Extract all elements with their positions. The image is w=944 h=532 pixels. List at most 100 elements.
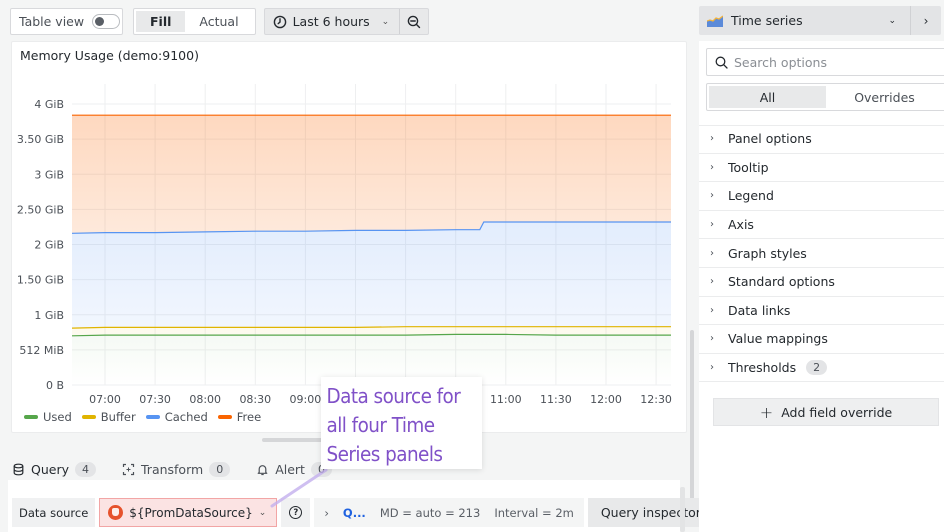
- chart-legend: Used Buffer Cached Free: [24, 410, 261, 424]
- chevron-down-icon: ⌄: [381, 16, 390, 27]
- interval: Interval = 2m: [494, 505, 574, 520]
- add-field-override-label: Add field override: [781, 404, 893, 420]
- options-section-thresholds[interactable]: › Thresholds 2: [699, 354, 944, 383]
- annotation-callout: Data source for all four Time Series pan…: [321, 377, 482, 469]
- fill-option[interactable]: Fill: [136, 11, 186, 32]
- legend-label: Buffer: [100, 410, 136, 424]
- chevron-right-icon: ›: [710, 190, 714, 202]
- query-options[interactable]: › Q... MD = auto = 213 Interval = 2m: [314, 498, 584, 527]
- chevron-right-icon: ›: [710, 304, 714, 316]
- chevron-down-icon: ⌄: [888, 15, 896, 26]
- options-section-data-links[interactable]: › Data links: [699, 297, 944, 326]
- time-range-picker: Last 6 hours ⌄: [263, 8, 430, 35]
- legend-item-buffer[interactable]: Buffer: [81, 410, 136, 424]
- legend-swatch: [24, 415, 38, 419]
- max-data-points: MD = auto = 213: [379, 505, 481, 520]
- y-tick-label: 3 GiB: [34, 168, 64, 181]
- tab-transform[interactable]: Transform 0: [122, 456, 231, 482]
- chevron-right-icon: ›: [710, 333, 714, 345]
- y-tick-label: 3.50 GiB: [17, 133, 64, 146]
- y-tick-label: 4 GiB: [34, 98, 64, 111]
- search-options-input[interactable]: [734, 54, 934, 70]
- y-tick-label: 2 GiB: [34, 239, 64, 252]
- x-tick-label: 09:00: [290, 393, 322, 406]
- tab-query-label: Query: [31, 461, 69, 477]
- options-section-panel-options[interactable]: › Panel options: [699, 125, 944, 154]
- x-tick-label: 07:00: [89, 393, 121, 406]
- data-source-picker[interactable]: ${PromDataSource} ⌄: [99, 498, 278, 527]
- query-scrollbar[interactable]: [680, 487, 685, 532]
- search-icon: [715, 56, 728, 69]
- visualization-picker-button[interactable]: Time series ⌄: [699, 6, 911, 35]
- query-inspector-button[interactable]: Query inspector: [587, 498, 714, 527]
- section-label: Panel options: [728, 131, 812, 147]
- options-section-legend[interactable]: › Legend: [699, 182, 944, 211]
- legend-swatch: [217, 415, 232, 419]
- vertical-scrollbar[interactable]: [690, 330, 694, 500]
- query-count-badge: 4: [75, 461, 96, 477]
- chevron-right-icon: ›: [710, 219, 714, 231]
- x-tick-label: 12:30: [640, 393, 672, 406]
- series-line-used: [71, 333, 671, 337]
- clock-icon: [273, 15, 286, 28]
- fill-actual-switch: Fill Actual: [133, 8, 256, 35]
- section-label: Tooltip: [728, 159, 769, 175]
- data-source-label: Data source: [12, 498, 96, 527]
- time-range-label: Last 6 hours: [292, 14, 370, 29]
- visualization-type-label: Time series: [731, 13, 803, 28]
- area-cached: [72, 222, 671, 329]
- legend-item-used[interactable]: Used: [24, 410, 72, 424]
- transform-icon: [122, 463, 135, 475]
- x-tick-label: 11:30: [540, 393, 572, 406]
- options-section-value-mappings[interactable]: › Value mappings: [699, 325, 944, 354]
- x-tick-label: 08:00: [189, 393, 221, 406]
- tab-overrides[interactable]: Overrides: [826, 86, 943, 108]
- thresholds-count-badge: 2: [806, 360, 828, 376]
- y-tick-label: 1 GiB: [34, 309, 64, 322]
- area-free: [72, 115, 671, 234]
- transform-count-badge: 0: [209, 461, 231, 477]
- chevron-down-icon: ⌄: [258, 507, 267, 518]
- chevron-right-icon: ›: [710, 133, 714, 145]
- section-label: Axis: [728, 217, 754, 233]
- time-series-panel: Memory Usage (demo:9100) 0 B 512 MiB 1 GiB…: [11, 41, 687, 433]
- actual-option[interactable]: Actual: [185, 11, 252, 32]
- options-tabs: All Overrides: [706, 83, 944, 111]
- table-view-label: Table view: [19, 14, 85, 29]
- add-field-override-button[interactable]: + Add field override: [713, 398, 939, 426]
- search-options-field[interactable]: [706, 48, 944, 76]
- time-range-button[interactable]: Last 6 hours ⌄: [265, 9, 401, 34]
- legend-item-free[interactable]: Free: [217, 410, 262, 424]
- legend-label: Used: [43, 410, 72, 424]
- tab-all[interactable]: All: [709, 86, 826, 108]
- legend-swatch: [145, 415, 160, 419]
- tab-query[interactable]: Query 4: [10, 456, 100, 486]
- legend-label: Free: [236, 410, 262, 424]
- collapse-options-button[interactable]: ›: [911, 14, 941, 28]
- options-section-tooltip[interactable]: › Tooltip: [699, 154, 944, 183]
- section-label: Legend: [728, 188, 774, 204]
- zoom-out-icon: [407, 15, 421, 28]
- data-source-value: ${PromDataSource}: [129, 505, 253, 520]
- callout-pointer-line: [270, 468, 328, 508]
- zoom-out-button[interactable]: [400, 9, 428, 34]
- chevron-right-icon: ›: [710, 362, 714, 374]
- prometheus-icon: [108, 505, 124, 520]
- toggle-switch[interactable]: [92, 14, 121, 29]
- options-pane: All Overrides › Panel options › Tooltip › Leg…: [699, 41, 944, 532]
- options-section-axis[interactable]: › Axis: [699, 211, 944, 240]
- chevron-right-icon: ›: [710, 247, 714, 259]
- section-label: Graph styles: [728, 245, 807, 261]
- query-options-link[interactable]: Q...: [343, 506, 366, 520]
- x-tick-label: 08:30: [239, 393, 271, 406]
- section-label: Standard options: [728, 274, 835, 290]
- query-options-row: Data source ${PromDataSource} ⌄ ? › Q...…: [12, 498, 714, 527]
- chevron-right-icon: ›: [710, 161, 714, 173]
- table-view-toggle[interactable]: Table view: [10, 8, 123, 35]
- database-icon: [13, 463, 24, 475]
- legend-item-cached[interactable]: Cached: [145, 410, 208, 424]
- memory-usage-chart[interactable]: 0 B 512 MiB 1 GiB 1.50 GiB 2 GiB 2.50 GiB 3 Gi…: [12, 42, 688, 434]
- options-section-standard-options[interactable]: › Standard options: [699, 268, 944, 297]
- options-section-graph-styles[interactable]: › Graph styles: [699, 239, 944, 268]
- tab-transform-label: Transform: [141, 461, 204, 477]
